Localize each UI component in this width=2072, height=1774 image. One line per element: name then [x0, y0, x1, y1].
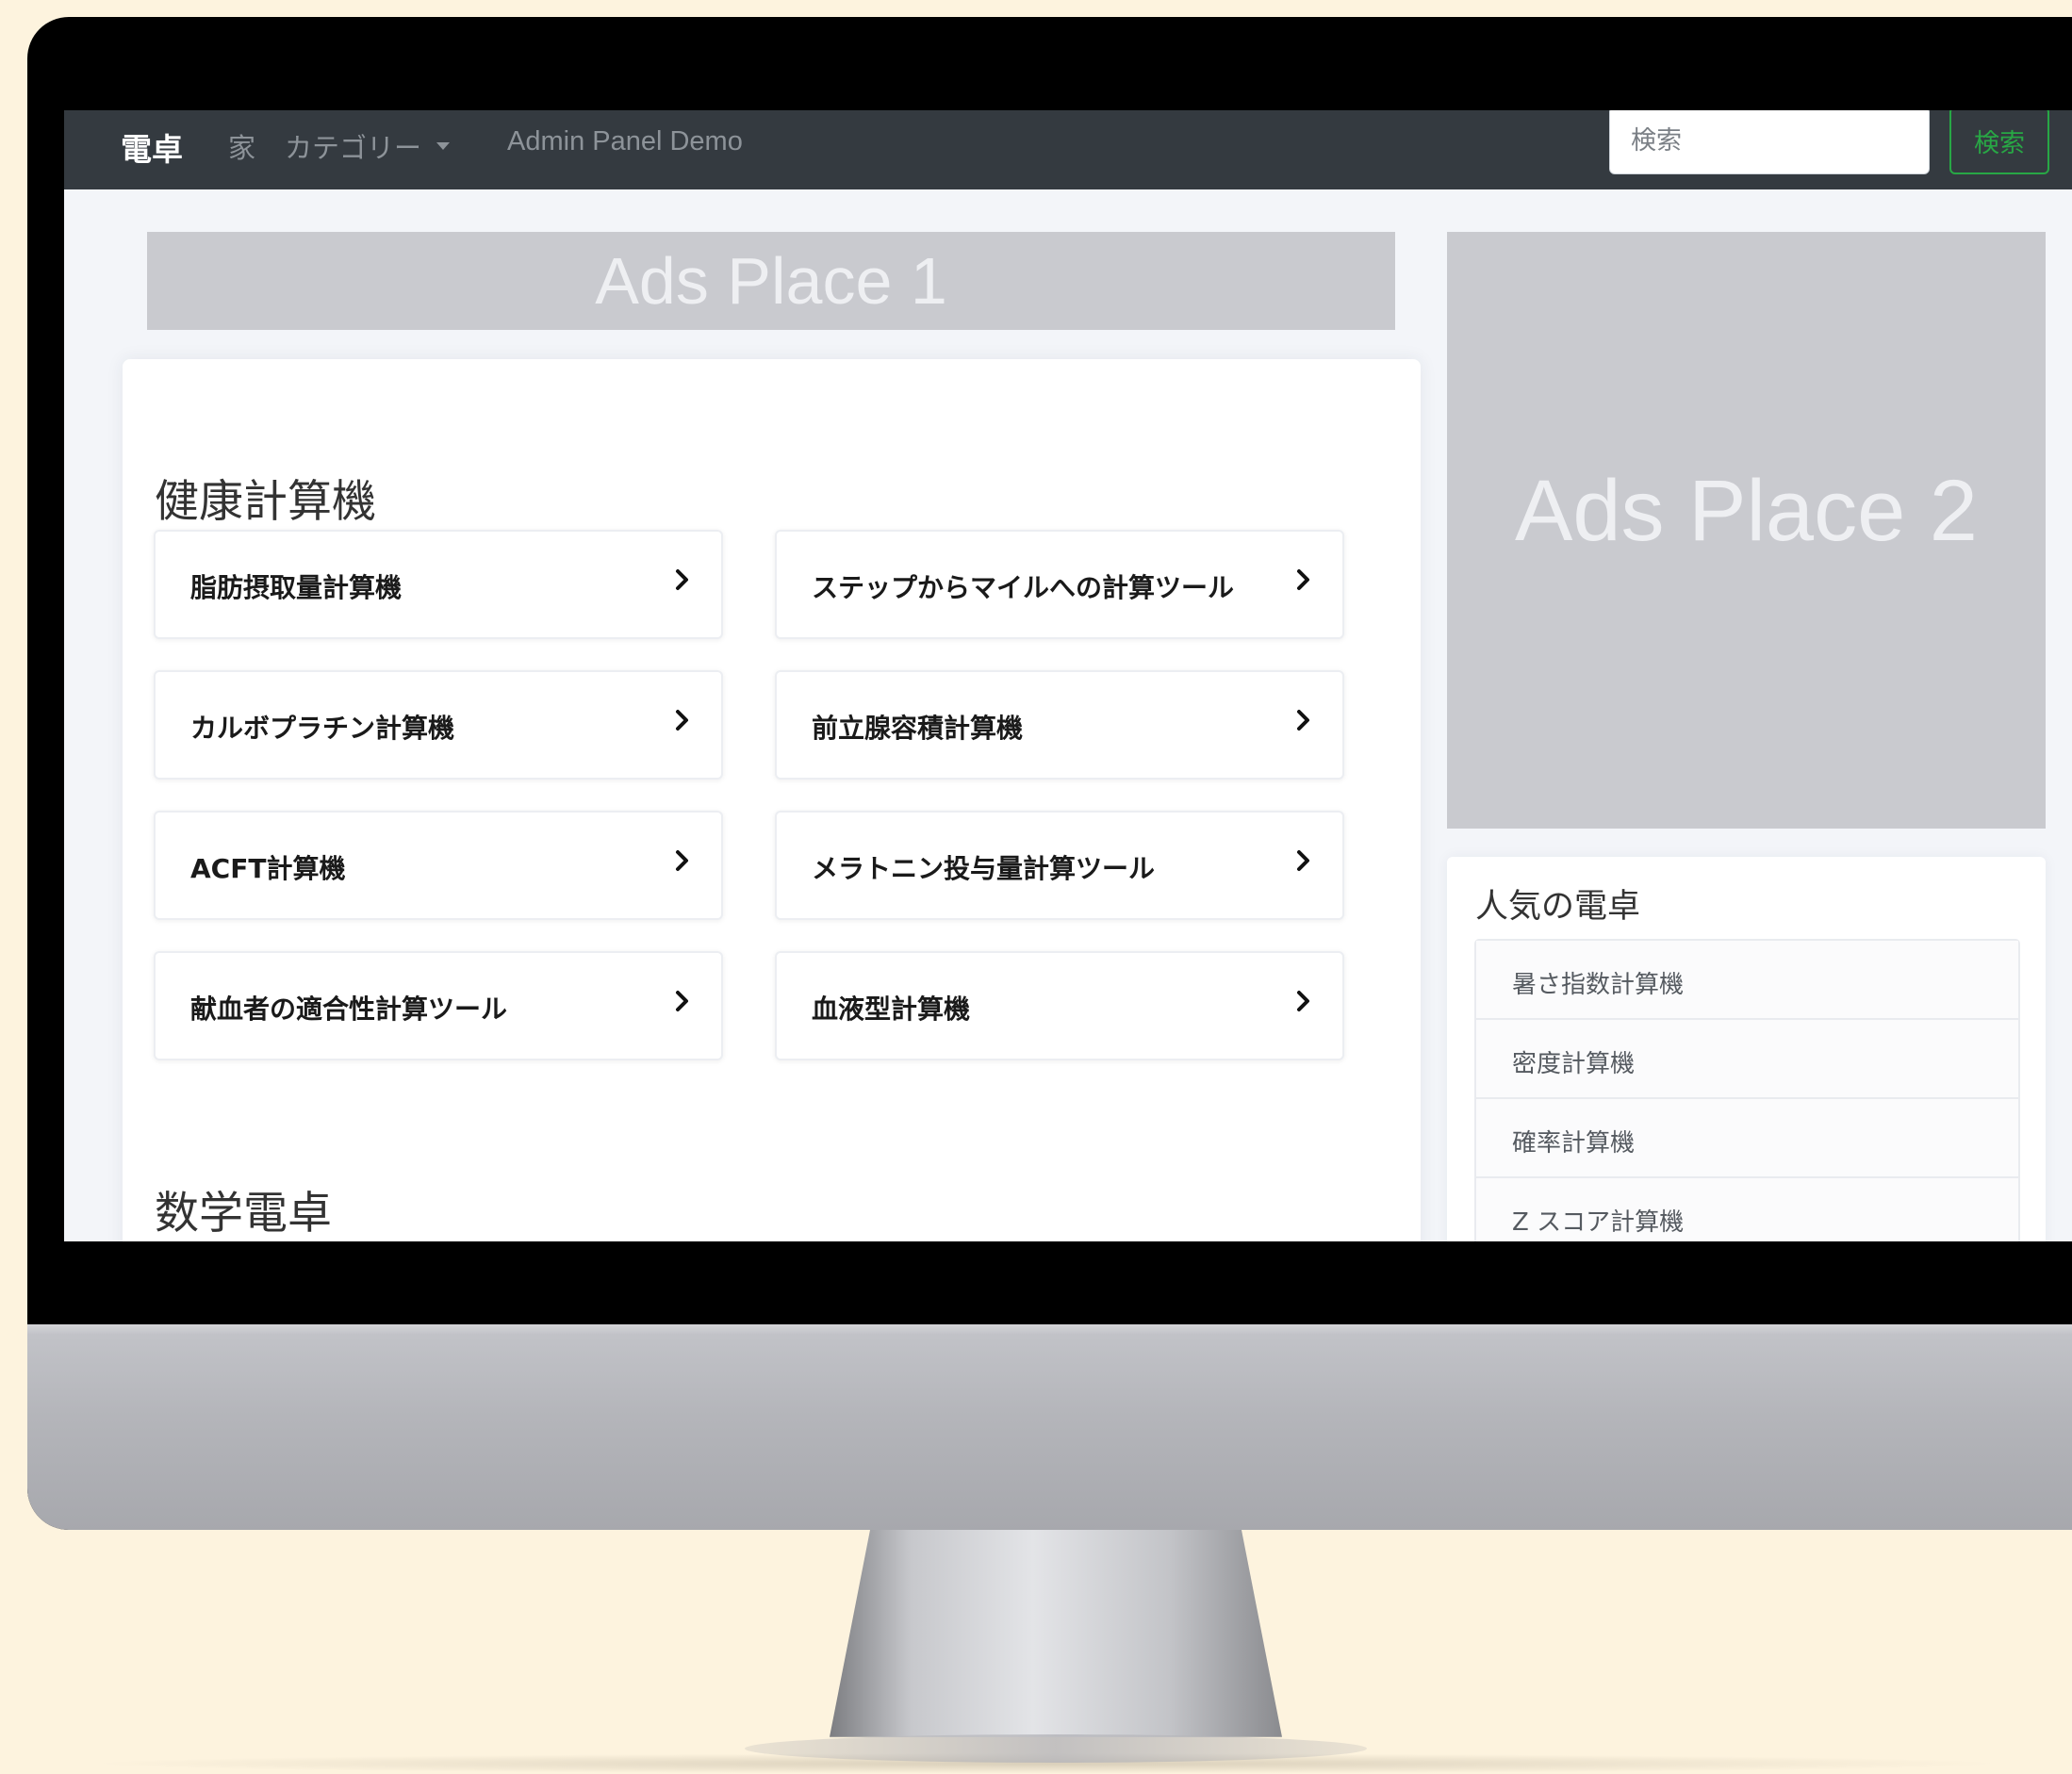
calculator-card[interactable]: 前立腺容積計算機 — [775, 670, 1344, 780]
calculator-card[interactable]: 献血者の適合性計算ツール — [154, 951, 723, 1060]
monitor-chin — [27, 1324, 2072, 1530]
calculator-card-label: 血液型計算機 — [812, 994, 971, 1025]
chevron-right-icon — [1297, 710, 1309, 731]
chevron-right-icon — [676, 569, 688, 590]
calculator-card[interactable]: ACFT計算機 — [154, 811, 723, 920]
popular-list-item[interactable]: 密度計算機 — [1476, 1020, 2018, 1099]
nav-category-label: カテゴリー — [285, 134, 422, 164]
calculator-card[interactable]: 脂肪摂取量計算機 — [154, 530, 723, 639]
section-title-math: 数学電卓 — [155, 1188, 332, 1240]
calculator-card[interactable]: メラトニン投与量計算ツール — [775, 811, 1344, 920]
monitor-stand-base — [745, 1734, 1367, 1763]
chevron-right-icon — [1297, 850, 1309, 871]
popular-list-item[interactable]: Z スコア計算機 — [1476, 1178, 2018, 1241]
calculator-card-label: 脂肪摂取量計算機 — [190, 572, 403, 603]
popular-title: 人気の電卓 — [1475, 888, 1641, 926]
nav-home-link[interactable]: 家 — [228, 126, 255, 166]
calculator-card-label: カルボプラチン計算機 — [190, 713, 455, 744]
calculator-card-label: 前立腺容積計算機 — [812, 713, 1024, 744]
chevron-right-icon — [676, 991, 688, 1011]
calculator-card-label: 献血者の適合性計算ツール — [190, 994, 508, 1025]
search-button[interactable]: 検索 — [1949, 110, 2049, 174]
popular-list-item[interactable]: 暑さ指数計算機 — [1476, 941, 2018, 1020]
monitor-stand — [830, 1529, 1282, 1737]
navbar: 電卓 家 カテゴリー Admin Panel Demo 検索 — [64, 110, 2072, 189]
caret-down-icon — [436, 142, 451, 150]
screen: 電卓 家 カテゴリー Admin Panel Demo 検索 Ads Place… — [64, 110, 2072, 1241]
ad-place-2: Ads Place 2 — [1447, 232, 2046, 829]
monitor: 電卓 家 カテゴリー Admin Panel Demo 検索 Ads Place… — [27, 17, 2072, 1530]
calculator-card-label: ACFT計算機 — [190, 853, 346, 884]
popular-list: 暑さ指数計算機 密度計算機 確率計算機 Z スコア計算機 — [1474, 939, 2020, 1241]
calculator-card[interactable]: 血液型計算機 — [775, 951, 1344, 1060]
calculator-card-label: ステップからマイルへの計算ツール — [812, 572, 1235, 603]
chevron-right-icon — [676, 710, 688, 731]
popular-list-item[interactable]: 確率計算機 — [1476, 1099, 2018, 1178]
calculator-card[interactable]: カルボプラチン計算機 — [154, 670, 723, 780]
calculator-card-label: メラトニン投与量計算ツール — [812, 853, 1156, 884]
nav-admin-link[interactable]: Admin Panel Demo — [507, 126, 743, 157]
section-title-health: 健康計算機 — [155, 476, 376, 528]
brand-link[interactable]: 電卓 — [121, 124, 183, 170]
chevron-right-icon — [676, 850, 688, 871]
calculator-card[interactable]: ステップからマイルへの計算ツール — [775, 530, 1344, 639]
nav-category-dropdown[interactable]: カテゴリー — [285, 126, 451, 166]
chevron-right-icon — [1297, 569, 1309, 590]
chevron-right-icon — [1297, 991, 1309, 1011]
search-input[interactable] — [1609, 110, 1930, 174]
ad-place-1: Ads Place 1 — [147, 232, 1395, 330]
